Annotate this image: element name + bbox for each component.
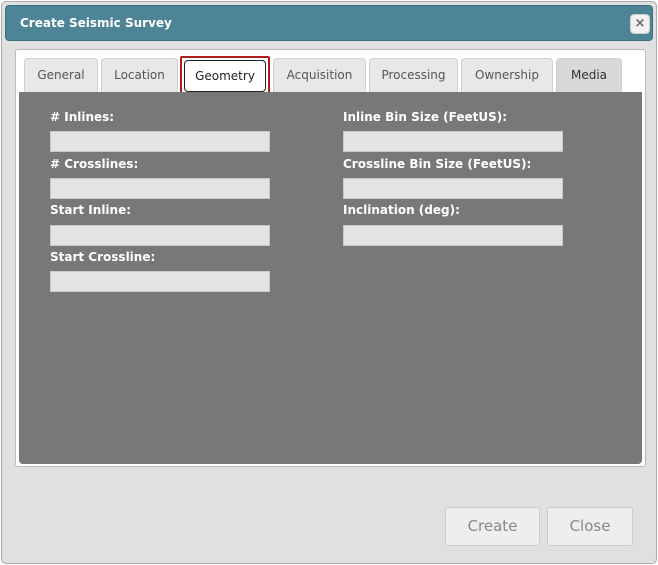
- crossline-bin-size-input[interactable]: [343, 178, 563, 199]
- start-crossline-input[interactable]: [50, 271, 270, 292]
- crosslines-label: # Crosslines:: [50, 157, 139, 171]
- inlines-input[interactable]: [50, 131, 270, 152]
- dialog-titlebar: Create Seismic Survey ×: [5, 5, 653, 41]
- tab-acquisition[interactable]: Acquisition: [273, 58, 366, 92]
- dialog-title: Create Seismic Survey: [20, 16, 172, 30]
- tab-location[interactable]: Location: [101, 58, 178, 92]
- close-icon[interactable]: ×: [630, 14, 650, 34]
- crossline-bin-size-label: Crossline Bin Size (FeetUS):: [343, 157, 532, 171]
- close-button[interactable]: Close: [547, 507, 633, 546]
- crosslines-input[interactable]: [50, 178, 270, 199]
- inclination-label: Inclination (deg):: [343, 203, 460, 217]
- tab-panel: General Location Geometry Acquisition Pr…: [15, 49, 646, 467]
- tab-bar: General Location Geometry Acquisition Pr…: [24, 56, 636, 96]
- tab-processing[interactable]: Processing: [369, 58, 458, 92]
- tab-media[interactable]: Media: [556, 58, 622, 92]
- geometry-tab-content: # Inlines: # Crosslines: Start Inline: S…: [19, 92, 642, 464]
- inclination-input[interactable]: [343, 225, 563, 246]
- tab-geometry[interactable]: Geometry: [180, 56, 270, 96]
- start-inline-input[interactable]: [50, 225, 270, 246]
- tab-general[interactable]: General: [24, 58, 98, 92]
- create-button[interactable]: Create: [445, 507, 540, 546]
- create-seismic-survey-dialog: Create Seismic Survey × General Location…: [1, 1, 657, 564]
- tab-ownership[interactable]: Ownership: [461, 58, 553, 92]
- inline-bin-size-input[interactable]: [343, 131, 563, 152]
- inlines-label: # Inlines:: [50, 110, 115, 124]
- start-crossline-label: Start Crossline:: [50, 250, 156, 264]
- tab-geometry-label: Geometry: [184, 60, 266, 92]
- start-inline-label: Start Inline:: [50, 203, 132, 217]
- inline-bin-size-label: Inline Bin Size (FeetUS):: [343, 110, 508, 124]
